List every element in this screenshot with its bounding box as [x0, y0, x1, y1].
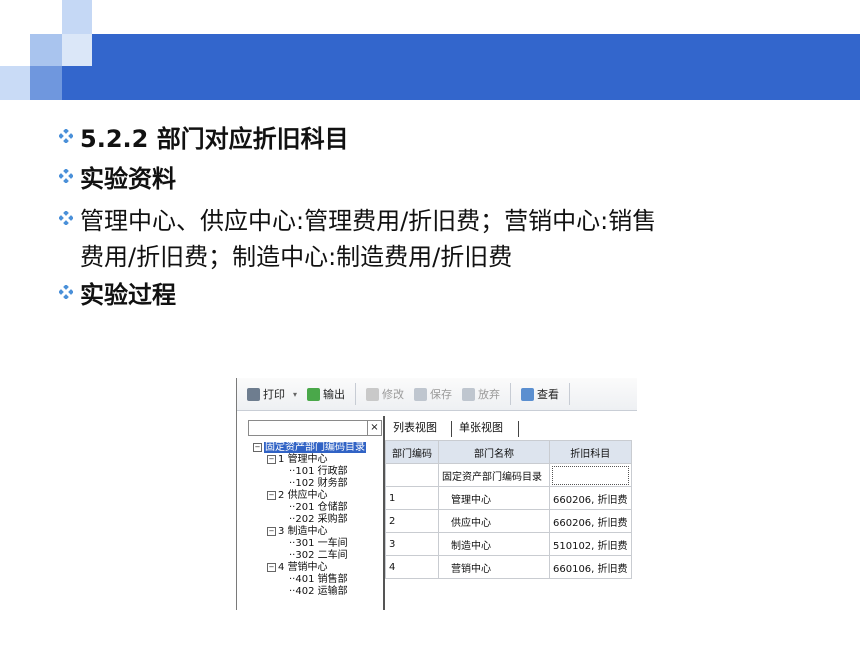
- header-bar: [62, 34, 860, 100]
- tree-panel: × − 固定资产部门编码目录 −1 管理中心 ··101 行政部 ··102 财务…: [237, 416, 385, 610]
- tab-divider: [451, 421, 452, 437]
- tree-leaf[interactable]: ··201 仓储部: [289, 502, 348, 514]
- toolbar-divider: [569, 383, 571, 405]
- table-cell[interactable]: 660206, 折旧费: [549, 486, 632, 510]
- printer-icon: [247, 387, 260, 401]
- table-cell[interactable]: 管理中心: [438, 486, 550, 510]
- tree-node[interactable]: −2 供应中心: [267, 490, 328, 502]
- bullet-text: 管理中心、供应中心:管理费用/折旧费；营销中心:销售: [80, 207, 657, 235]
- column-header[interactable]: 部门名称: [438, 440, 550, 464]
- view-label: 查看: [537, 388, 560, 401]
- header-square: [0, 66, 30, 100]
- tab-divider: [518, 421, 519, 437]
- pencil-icon: [366, 387, 380, 401]
- bullet-item: 管理中心、供应中心:管理费用/折旧费；营销中心:销售: [52, 204, 656, 238]
- table-row[interactable]: 1 管理中心 660206, 折旧费: [385, 486, 632, 510]
- tree-node[interactable]: −4 营销中心: [267, 562, 328, 574]
- bullet-text: 实验过程: [80, 281, 176, 309]
- edit-label: 修改: [382, 388, 405, 401]
- tree-leaf[interactable]: ··101 行政部: [289, 466, 348, 478]
- column-header[interactable]: 部门编码: [385, 440, 439, 464]
- edit-button[interactable]: 修改: [366, 386, 404, 402]
- save-button[interactable]: 保存: [414, 386, 452, 402]
- header-square: [62, 0, 92, 34]
- diamond-bullet-icon: [52, 122, 80, 150]
- bullet-item: 实验资料: [52, 162, 176, 196]
- header-square: [30, 66, 62, 100]
- table-cell[interactable]: 固定资产部门编码目录: [438, 463, 550, 487]
- collapse-icon[interactable]: −: [253, 442, 262, 452]
- table-cell[interactable]: 营销中心: [438, 555, 550, 579]
- dropdown-arrow-icon[interactable]: ▾: [293, 390, 297, 399]
- collapse-icon[interactable]: −: [267, 490, 276, 500]
- tree-leaf[interactable]: ··102 财务部: [289, 478, 348, 490]
- tree-node[interactable]: −3 制造中心: [267, 526, 328, 538]
- table-cell[interactable]: 660206, 折旧费: [549, 509, 632, 533]
- bullet-text: 实验资料: [80, 165, 176, 193]
- tree-leaf[interactable]: ··401 销售部: [289, 574, 348, 586]
- bullet-continuation: 费用/折旧费；制造中心:制造费用/折旧费: [80, 240, 512, 274]
- table-row[interactable]: 3 制造中心 510102, 折旧费: [385, 532, 632, 556]
- discard-button[interactable]: 放弃: [462, 386, 500, 402]
- collapse-icon[interactable]: −: [267, 526, 276, 536]
- print-button[interactable]: 打印 ▾: [247, 386, 297, 402]
- diamond-bullet-icon: [52, 162, 80, 190]
- export-icon: [307, 387, 321, 401]
- table-cell[interactable]: 供应中心: [438, 509, 550, 533]
- search-input[interactable]: ×: [248, 420, 382, 436]
- magnifier-icon: [521, 387, 535, 401]
- view-button[interactable]: 查看: [521, 386, 559, 402]
- collapse-icon[interactable]: −: [267, 562, 276, 572]
- tree-leaf[interactable]: ··301 一车间: [289, 538, 348, 550]
- tree-leaf[interactable]: ··402 运输部: [289, 586, 348, 598]
- table-row[interactable]: 4 营销中心 660106, 折旧费: [385, 555, 632, 579]
- table-cell[interactable]: [385, 463, 439, 487]
- header-square: [30, 34, 62, 66]
- tree-node[interactable]: −1 管理中心: [267, 454, 328, 466]
- clear-search-button[interactable]: ×: [367, 421, 381, 435]
- toolbar-divider: [355, 383, 357, 405]
- discard-label: 放弃: [478, 388, 501, 401]
- tab-single-view[interactable]: 单张视图: [459, 418, 503, 438]
- save-label: 保存: [430, 388, 453, 401]
- bullet-item: 实验过程: [52, 278, 176, 312]
- table-header-row: 部门编码 部门名称 折旧科目: [385, 440, 632, 464]
- table-cell[interactable]: 510102, 折旧费: [549, 532, 632, 556]
- header-square: [62, 34, 92, 66]
- table-cell[interactable]: 3: [385, 532, 439, 556]
- diamond-bullet-icon: [52, 278, 80, 306]
- section-title: 5.2.2 部门对应折旧科目: [80, 125, 349, 153]
- toolbar-divider: [510, 383, 512, 405]
- discard-icon: [462, 387, 476, 401]
- column-header[interactable]: 折旧科目: [549, 440, 632, 464]
- table-cell[interactable]: 1: [385, 486, 439, 510]
- table-cell[interactable]: 2: [385, 509, 439, 533]
- export-label: 输出: [323, 388, 346, 401]
- bullet-item: 5.2.2 部门对应折旧科目: [52, 122, 349, 156]
- table-cell[interactable]: 660106, 折旧费: [549, 555, 632, 579]
- diamond-bullet-icon: [52, 204, 80, 232]
- tree-leaf[interactable]: ··302 二车间: [289, 550, 348, 562]
- tree-root-label: 固定资产部门编码目录: [264, 442, 366, 453]
- tree-leaf[interactable]: ··202 采购部: [289, 514, 348, 526]
- table-row[interactable]: 2 供应中心 660206, 折旧费: [385, 509, 632, 533]
- table-cell[interactable]: 制造中心: [438, 532, 550, 556]
- table-row[interactable]: 固定资产部门编码目录: [385, 463, 632, 487]
- toolbar: 打印 ▾ 输出 修改 保存 放弃 查看: [237, 378, 637, 411]
- table-cell[interactable]: [549, 463, 632, 487]
- tree-root[interactable]: − 固定资产部门编码目录: [253, 442, 366, 454]
- app-screenshot: 打印 ▾ 输出 修改 保存 放弃 查看 × − 固定资产部门编码目录 − 1 管…: [236, 378, 637, 610]
- disk-icon: [414, 387, 428, 401]
- print-label: 打印: [263, 388, 285, 401]
- collapse-icon[interactable]: −: [267, 454, 276, 464]
- department-table: 部门编码 部门名称 折旧科目 固定资产部门编码目录 1 管理中心 660206,…: [385, 440, 632, 579]
- export-button[interactable]: 输出: [307, 386, 345, 402]
- table-cell[interactable]: 4: [385, 555, 439, 579]
- tab-list-view[interactable]: 列表视图: [393, 418, 437, 438]
- bullet-text: 费用/折旧费；制造中心:制造费用/折旧费: [80, 243, 513, 271]
